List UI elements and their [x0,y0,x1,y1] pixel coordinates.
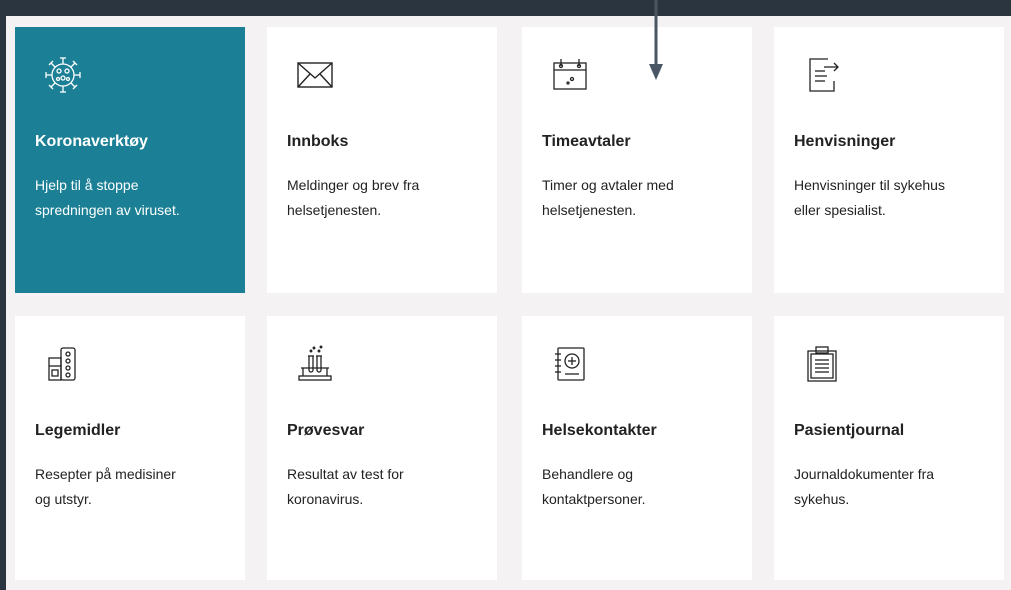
tile-description: Journaldokumenter fra sykehus. [794,466,935,507]
tile-legemidler[interactable]: Legemidler Resepter på medisiner og utst… [15,316,245,580]
tile-description: Meldinger og brev fra helsetjenesten. [287,177,420,218]
tile-title: Timeavtaler [542,133,631,150]
tile-title: Henvisninger [794,133,896,150]
tile-title: Pasientjournal [794,422,905,439]
tile-description: Resepter på medisiner og utstyr. [35,466,176,507]
calendar-icon [548,53,592,97]
tile-description: Henvisninger til sykehus eller spesialis… [794,177,945,218]
tile-title: Helsekontakter [542,422,657,439]
tile-title: Innboks [287,133,349,150]
app-frame: Koronaverktøy Hjelp til å stoppe spredni… [0,0,1011,590]
tile-innboks[interactable]: Innboks Meldinger og brev fra helsetjene… [267,27,497,293]
virus-icon [41,53,85,97]
test-tubes-icon [293,342,337,386]
medicine-icon [41,342,85,386]
referral-document-icon [800,53,844,97]
clipboard-icon [800,342,844,386]
dashboard-panel: Koronaverktøy Hjelp til å stoppe spredni… [6,16,1011,590]
tile-description: Timer og avtaler med helsetjenesten. [542,177,674,218]
tile-title: Legemidler [35,422,121,439]
tile-timeavtaler[interactable]: Timeavtaler Timer og avtaler med helsetj… [522,27,752,293]
tile-description: Behandlere og kontaktpersoner. [542,466,646,507]
tile-helsekontakter[interactable]: Helsekontakter Behandlere og kontaktpers… [522,316,752,580]
tile-title: Prøvesvar [287,422,365,439]
tile-koronaverktoy[interactable]: Koronaverktøy Hjelp til å stoppe spredni… [15,27,245,293]
tile-title: Koronaverktøy [35,133,148,150]
tile-pasientjournal[interactable]: Pasientjournal Journaldokumenter fra syk… [774,316,1004,580]
tile-provesvar[interactable]: Prøvesvar Resultat av test for koronavir… [267,316,497,580]
tile-description: Resultat av test for koronavirus. [287,466,404,507]
pointer-arrow-icon [649,0,663,80]
contact-book-icon [548,342,592,386]
envelope-icon [293,53,337,97]
tile-henvisninger[interactable]: Henvisninger Henvisninger til sykehus el… [774,27,1004,293]
tile-description: Hjelp til å stoppe spredningen av viruse… [35,177,180,218]
